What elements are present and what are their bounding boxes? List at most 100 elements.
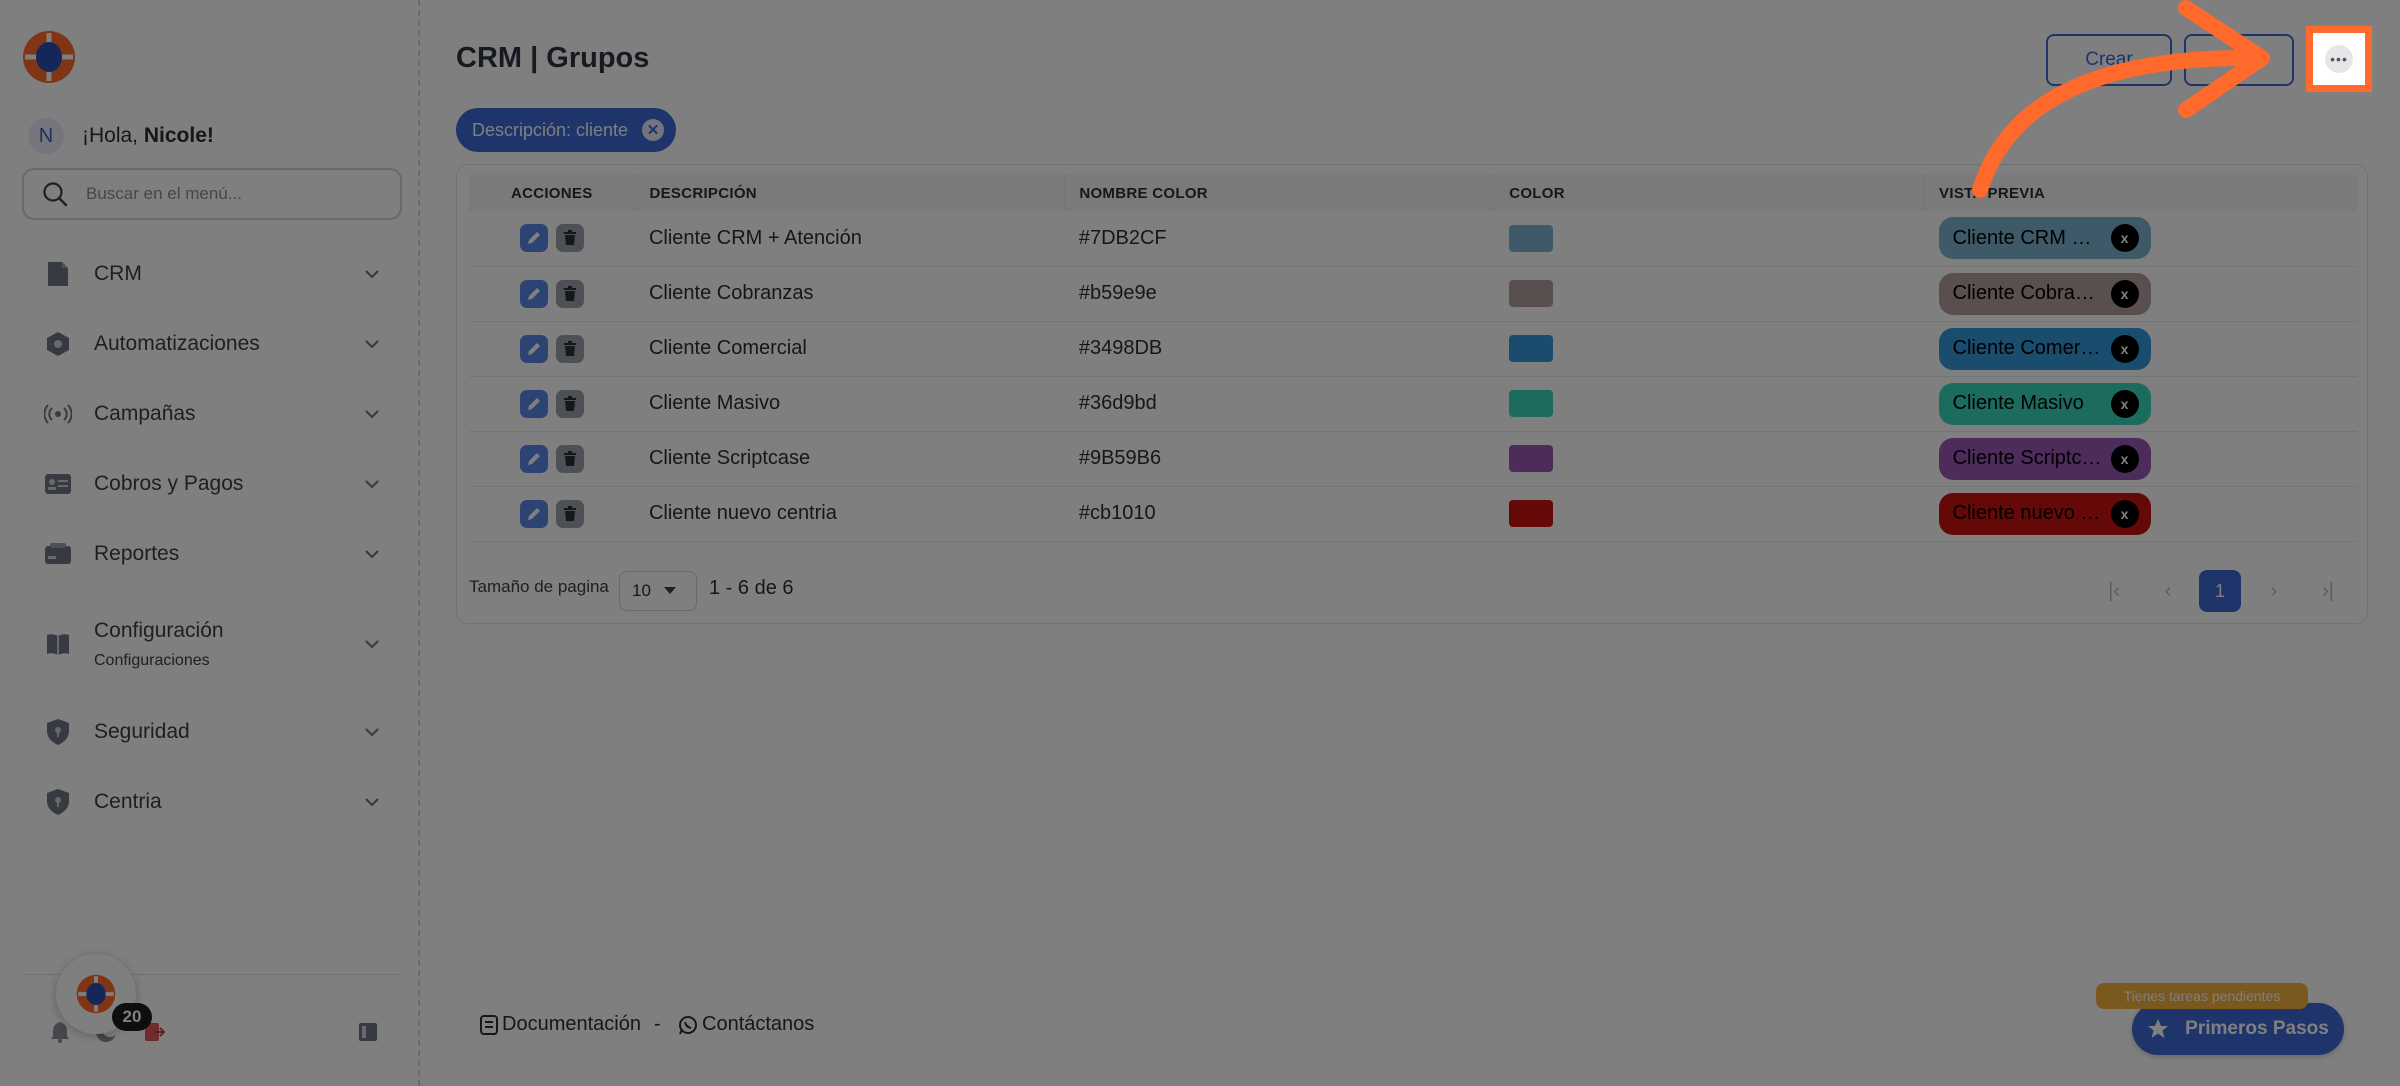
remove-filter-icon[interactable]: ✕ <box>642 119 665 141</box>
first-page-icon[interactable]: |‹ <box>2093 570 2135 612</box>
cell-descripcion: Cliente Comercial <box>634 321 1065 377</box>
first-steps-button[interactable]: Primeros Pasos <box>2132 1003 2344 1055</box>
caret-down-icon <box>663 587 676 594</box>
sidebar-item-label: Reportes <box>94 542 180 565</box>
cell-color <box>1494 211 1925 267</box>
next-page-icon[interactable]: › <box>2253 570 2295 612</box>
assistant-logo-icon <box>76 974 116 1014</box>
chevron-down-icon <box>365 550 379 559</box>
page-button-current[interactable]: 1 <box>2199 570 2241 612</box>
edit-icon[interactable] <box>519 444 548 473</box>
greeting: N ¡Hola, Nicole! <box>28 118 214 154</box>
filters-button[interactable]: Filtros <box>2184 34 2294 86</box>
table-row: Cliente Masivo #36d9bd Cliente Masivo x <box>469 376 2357 432</box>
sidebar-item-centria[interactable]: Centria <box>44 780 384 824</box>
star-icon <box>2148 1019 2169 1038</box>
wallet-icon <box>44 540 72 568</box>
contact-link[interactable]: Contáctanos <box>678 1013 814 1036</box>
app-logo[interactable] <box>22 30 76 84</box>
preview-pill-label: Cliente Cobranzas <box>1952 282 2103 304</box>
filter-chip: Descripción: cliente ✕ <box>456 108 677 152</box>
edit-icon[interactable] <box>519 279 548 308</box>
sidebar-item-label: Cobros y Pagos <box>94 472 244 495</box>
sidebar-item-sublabel: Configuraciones <box>94 652 210 669</box>
cell-color <box>1494 321 1925 377</box>
chevron-down-icon <box>365 640 379 649</box>
page-size-value: 10 <box>632 581 651 600</box>
preview-pill-label: Cliente Scriptcase <box>1952 447 2103 469</box>
preview-pill: Cliente Scriptcase x <box>1938 437 2151 480</box>
pagination-range: 1 - 6 de 6 <box>709 577 794 599</box>
table-row: Cliente Scriptcase #9B59B6 Cliente Scriptc… <box>469 431 2357 487</box>
row-actions <box>469 266 635 322</box>
sidebar-item-crm[interactable]: CRM <box>44 252 384 296</box>
color-swatch <box>1508 224 1553 252</box>
filter-chip-label: Descripción: cliente <box>472 119 629 140</box>
last-page-icon[interactable]: ›| <box>2307 570 2349 612</box>
trash-icon[interactable] <box>555 389 584 418</box>
column-header[interactable]: COLOR <box>1494 175 1926 211</box>
cell-descripcion: Cliente nuevo centria <box>634 486 1065 542</box>
documentation-link[interactable]: Documentación <box>480 1013 641 1036</box>
color-swatch <box>1508 390 1553 417</box>
page-title: CRM | Grupos <box>456 42 650 74</box>
edit-icon[interactable] <box>519 499 548 528</box>
cell-color <box>1494 486 1925 542</box>
page-size-select[interactable]: 10 <box>619 571 697 611</box>
edit-icon[interactable] <box>519 389 548 418</box>
trash-icon[interactable] <box>555 224 584 253</box>
table-row: Cliente CRM + Atención #7DB2CF Cliente CRM… <box>469 211 2357 267</box>
row-actions <box>469 321 635 377</box>
preview-pill-label: Cliente Masivo <box>1952 392 2084 414</box>
sidebar: N ¡Hola, Nicole! CRM Automatizaciones Ca… <box>0 0 420 1086</box>
preview-close-icon: x <box>2110 499 2139 528</box>
column-header[interactable]: DESCRIPCIÓN <box>634 175 1066 211</box>
document-icon <box>44 260 72 288</box>
user-avatar[interactable]: N <box>28 118 64 154</box>
sidebar-item-reportes[interactable]: Reportes <box>44 532 384 576</box>
trash-icon[interactable] <box>555 444 584 473</box>
color-swatch <box>1508 335 1553 362</box>
notification-count-badge: 20 <box>112 1003 152 1031</box>
cell-descripcion: Cliente CRM + Atención <box>634 211 1065 267</box>
preview-pill: Cliente Masivo x <box>1938 382 2151 425</box>
menu-search-input[interactable] <box>86 184 386 204</box>
cell-color <box>1494 376 1925 432</box>
trash-icon[interactable] <box>555 279 584 308</box>
cell-nombre-color: #b59e9e <box>1064 266 1495 322</box>
column-header[interactable]: NOMBRE COLOR <box>1064 175 1496 211</box>
collapse-sidebar-icon[interactable] <box>356 1020 380 1044</box>
trash-icon[interactable] <box>555 334 584 363</box>
more-options-button[interactable]: ••• <box>2306 26 2372 92</box>
page-size-label: Tamaño de pagina <box>469 577 609 596</box>
cell-preview: Cliente CRM + Atención x <box>1924 211 2357 267</box>
chevron-down-icon <box>365 728 379 737</box>
row-actions <box>469 376 635 432</box>
sidebar-item-campanas[interactable]: Campañas <box>44 392 384 436</box>
sidebar-item-label: Configuración <box>94 619 224 642</box>
preview-pill-label: Cliente Comercial <box>1952 337 2103 359</box>
sidebar-item-automatizaciones[interactable]: Automatizaciones <box>44 322 384 366</box>
sidebar-item-configuracion[interactable]: Configuración Configuraciones <box>44 619 384 669</box>
pending-tasks-badge: Tienes tareas pendientes <box>2096 983 2308 1009</box>
prev-page-icon[interactable]: ‹ <box>2147 570 2189 612</box>
edit-icon[interactable] <box>519 224 548 253</box>
cell-nombre-color: #cb1010 <box>1064 486 1495 542</box>
sidebar-item-label: Automatizaciones <box>94 332 260 355</box>
shield-lock-icon <box>44 788 72 816</box>
cell-color <box>1494 266 1925 322</box>
trash-icon[interactable] <box>555 499 584 528</box>
sidebar-item-cobros-pagos[interactable]: Cobros y Pagos <box>44 462 384 506</box>
preview-pill: Cliente nuevo centria x <box>1938 492 2151 535</box>
preview-pill: Cliente Comercial x <box>1938 327 2151 370</box>
sidebar-item-seguridad[interactable]: Seguridad <box>44 710 384 754</box>
documentation-label: Documentación <box>502 1013 641 1035</box>
column-header: VISTA PREVIA <box>1924 175 2357 211</box>
preview-pill-label: Cliente CRM + Atención <box>1952 226 2103 249</box>
cell-nombre-color: #9B59B6 <box>1064 431 1495 487</box>
create-button[interactable]: Crear <box>2046 34 2172 86</box>
chevron-down-icon <box>365 270 379 279</box>
edit-icon[interactable] <box>519 334 548 363</box>
menu-search[interactable] <box>22 168 402 220</box>
first-steps-label: Primeros Pasos <box>2185 1018 2329 1039</box>
